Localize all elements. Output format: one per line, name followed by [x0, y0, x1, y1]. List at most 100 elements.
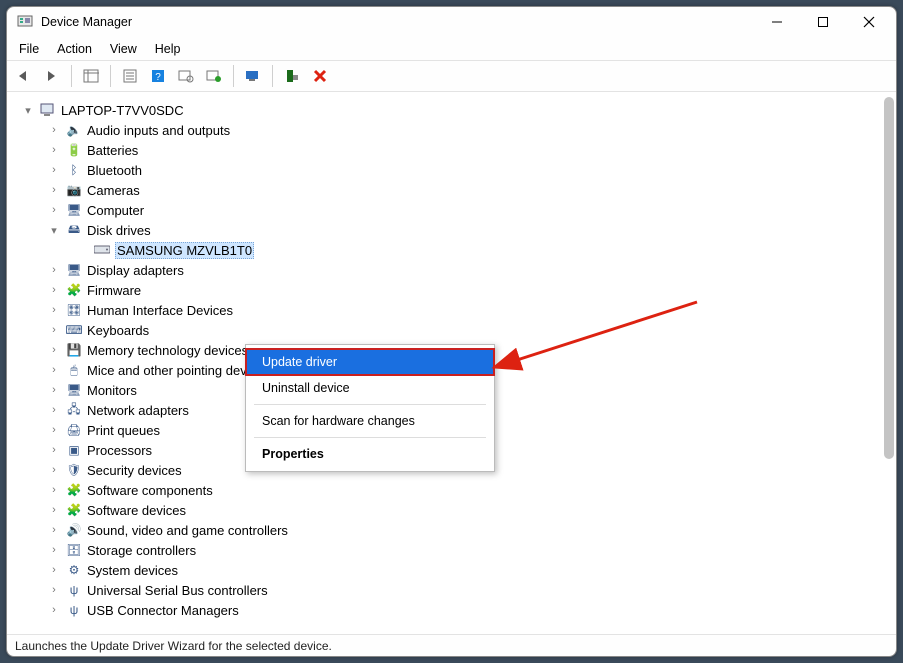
- menu-view[interactable]: View: [102, 40, 145, 58]
- cam-icon: 📷: [65, 182, 83, 198]
- content-area: ▾LAPTOP-T7VV0SDC › 🔈 Audio inputs and outpu…: [7, 92, 896, 634]
- scan-button[interactable]: [175, 65, 197, 87]
- mouse-icon: 🖱: [65, 362, 83, 378]
- toggle-icon[interactable]: ›: [47, 563, 61, 577]
- tree-category-label: USB Connector Managers: [87, 603, 239, 618]
- tree-category-softd[interactable]: ›🧩Software devices: [47, 500, 896, 520]
- tree-category-hid[interactable]: ›🎛Human Interface Devices: [47, 300, 896, 320]
- toggle-icon[interactable]: ›: [47, 283, 61, 297]
- disk-drive-icon: [93, 242, 111, 258]
- kb-icon: ⌨: [65, 322, 83, 338]
- tree-category-fw[interactable]: ›🧩Firmware: [47, 280, 896, 300]
- tree-category-usb[interactable]: ›ψUniversal Serial Bus controllers: [47, 580, 896, 600]
- tree-category-sound[interactable]: › 🔊 Sound, video and game controllers: [47, 520, 896, 540]
- disk-icon: 🖴: [65, 222, 83, 238]
- toggle-icon[interactable]: ›: [47, 403, 61, 417]
- tree-category-audio[interactable]: › 🔈 Audio inputs and outputs: [47, 120, 896, 140]
- ctx-separator: [254, 404, 486, 405]
- toolbar-separator: [71, 65, 72, 87]
- tree-category-sys[interactable]: ›⚙System devices: [47, 560, 896, 580]
- minimize-button[interactable]: [754, 7, 800, 37]
- toggle-icon[interactable]: ›: [47, 543, 61, 557]
- toggle-icon[interactable]: ›: [47, 343, 61, 357]
- tree-category-kb[interactable]: ›⌨Keyboards: [47, 320, 896, 340]
- toggle-icon[interactable]: ›: [47, 163, 61, 177]
- tree-category-label: Computer: [87, 203, 144, 218]
- toolbar-separator: [110, 65, 111, 87]
- tree-category-disp[interactable]: ›🖥Display adapters: [47, 260, 896, 280]
- tree-category-label: Firmware: [87, 283, 141, 298]
- toggle-icon[interactable]: ›: [47, 603, 61, 617]
- tree-category-label: Sound, video and game controllers: [87, 523, 288, 538]
- toggle-icon[interactable]: ›: [47, 143, 61, 157]
- toggle-icon[interactable]: ›: [47, 123, 61, 137]
- tree-category-label: Mice and other pointing devices: [87, 363, 270, 378]
- window-title: Device Manager: [41, 15, 754, 29]
- context-menu: Update driver Uninstall device Scan for …: [245, 344, 495, 472]
- show-hide-tree-button[interactable]: [80, 65, 102, 87]
- toolbar-separator: [233, 65, 234, 87]
- scrollbar-thumb[interactable]: [884, 97, 894, 459]
- enable-device-button[interactable]: [203, 65, 225, 87]
- toggle-icon[interactable]: ›: [47, 323, 61, 337]
- toggle-icon[interactable]: ›: [47, 483, 61, 497]
- svg-text:?: ?: [155, 72, 161, 83]
- toggle-icon[interactable]: ›: [47, 263, 61, 277]
- ctx-update-driver[interactable]: Update driver: [246, 349, 494, 375]
- ctx-properties[interactable]: Properties: [246, 441, 494, 467]
- tree-category-label: Batteries: [87, 143, 138, 158]
- sys-icon: ⚙: [65, 562, 83, 578]
- tree-category-disk[interactable]: ▾🖴Disk drives: [47, 220, 896, 240]
- back-button[interactable]: [13, 65, 35, 87]
- toolbar-separator: [272, 65, 273, 87]
- statusbar: Launches the Update Driver Wizard for th…: [7, 634, 896, 656]
- tree-category-label: Software devices: [87, 503, 186, 518]
- maximize-button[interactable]: [800, 7, 846, 37]
- toggle-icon[interactable]: ›: [47, 363, 61, 377]
- menu-help[interactable]: Help: [147, 40, 189, 58]
- toggle-icon[interactable]: ›: [47, 203, 61, 217]
- tree-category-pc[interactable]: ›🖥Computer: [47, 200, 896, 220]
- tree-category-label: Audio inputs and outputs: [87, 123, 230, 138]
- tree-category-usbcon[interactable]: ›ψUSB Connector Managers: [47, 600, 896, 620]
- tree-category-label: Bluetooth: [87, 163, 142, 178]
- ctx-scan-hardware[interactable]: Scan for hardware changes: [246, 408, 494, 434]
- status-text: Launches the Update Driver Wizard for th…: [15, 639, 332, 653]
- toggle-icon[interactable]: ›: [47, 503, 61, 517]
- toggle-icon[interactable]: ▾: [47, 223, 61, 237]
- ctx-uninstall-device[interactable]: Uninstall device: [246, 375, 494, 401]
- delete-button[interactable]: [309, 65, 331, 87]
- tree-category-softc[interactable]: ›🧩Software components: [47, 480, 896, 500]
- tree-category-label: Print queues: [87, 423, 160, 438]
- close-button[interactable]: [846, 7, 892, 37]
- tree-category-label: Software components: [87, 483, 213, 498]
- titlebar: Device Manager: [7, 7, 896, 37]
- menu-file[interactable]: File: [11, 40, 47, 58]
- toggle-icon[interactable]: ›: [47, 183, 61, 197]
- tree-category-bt[interactable]: ›ᛒBluetooth: [47, 160, 896, 180]
- toggle-icon[interactable]: ›: [47, 303, 61, 317]
- toggle-spacer: [75, 243, 89, 257]
- menu-action[interactable]: Action: [49, 40, 100, 58]
- toggle-icon[interactable]: ›: [47, 463, 61, 477]
- uninstall-button[interactable]: [281, 65, 303, 87]
- update-driver-button[interactable]: [242, 65, 264, 87]
- tree-category-cam[interactable]: ›📷Cameras: [47, 180, 896, 200]
- toggle-icon[interactable]: ›: [47, 383, 61, 397]
- help-button[interactable]: ?: [147, 65, 169, 87]
- tree-category-batt[interactable]: ›🔋Batteries: [47, 140, 896, 160]
- properties-button[interactable]: [119, 65, 141, 87]
- toggle-icon[interactable]: ▾: [21, 103, 35, 117]
- scrollbar[interactable]: [882, 97, 896, 629]
- toggle-icon[interactable]: ›: [47, 523, 61, 537]
- toggle-icon[interactable]: ›: [47, 583, 61, 597]
- stor-icon: 🗄: [65, 542, 83, 558]
- toggle-icon[interactable]: ›: [47, 443, 61, 457]
- sound-icon: 🔊: [65, 522, 83, 538]
- tree-category-stor[interactable]: ›🗄Storage controllers: [47, 540, 896, 560]
- toggle-icon[interactable]: ›: [47, 423, 61, 437]
- tree-item-samsung[interactable]: SAMSUNG MZVLB1T0: [75, 240, 896, 260]
- forward-button[interactable]: [41, 65, 63, 87]
- tree-root[interactable]: ▾LAPTOP-T7VV0SDC: [21, 100, 896, 120]
- audio-icon: 🔈: [65, 122, 83, 138]
